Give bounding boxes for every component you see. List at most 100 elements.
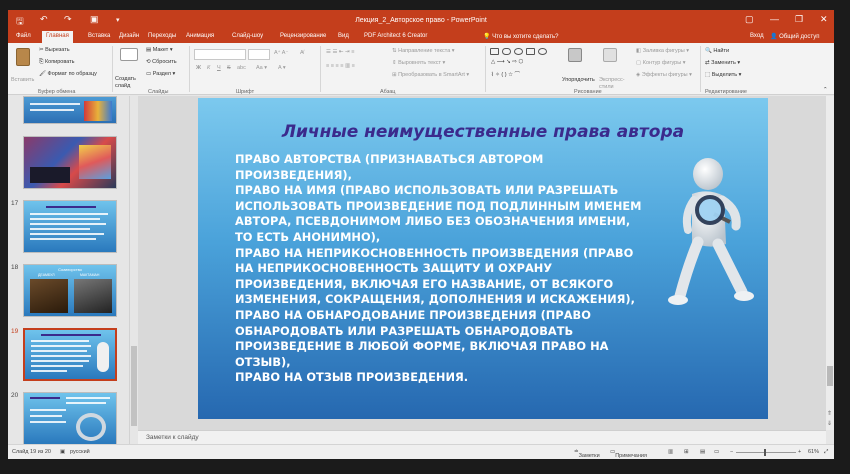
slide-text-line: АВТОРА, ПСЕВДОНИМОМ ЛИБО БЕЗ ОБОЗНАЧЕНИЯ…	[235, 214, 631, 229]
copyright-symbol-image	[76, 413, 106, 441]
zoom-in-button[interactable]: +	[798, 449, 801, 455]
thumbnail-image	[79, 145, 111, 179]
tab-review[interactable]: Рецензирование	[280, 33, 326, 39]
tab-view[interactable]: Вид	[338, 33, 349, 39]
text-direction-button[interactable]: ⇅ Направление текста ▾	[392, 48, 455, 54]
zoom-out-button[interactable]: −	[730, 449, 733, 455]
tab-file[interactable]: Файл	[16, 33, 31, 39]
slide-thumbnail[interactable]	[23, 136, 117, 189]
new-slide-button[interactable]: Создать слайд	[115, 76, 145, 90]
tab-design[interactable]: Дизайн	[119, 33, 139, 39]
paste-button[interactable]: Вставить	[11, 77, 34, 83]
comments-toggle-button[interactable]: ▭ Примечания	[610, 449, 647, 459]
format-painter-button[interactable]: 🖌 Формат по образцу	[39, 71, 97, 77]
align-text-button[interactable]: ⇕ Выровнять текст ▾	[392, 60, 445, 66]
tab-animation[interactable]: Анимация	[186, 33, 214, 39]
change-case-icon[interactable]: Aa ▾	[256, 65, 267, 71]
shape-effects-button[interactable]: ◈ Эффекты фигуры ▾	[636, 72, 692, 78]
cut-button[interactable]: ✂ Вырезать	[39, 47, 70, 53]
italic-button[interactable]: К	[207, 65, 210, 71]
misc-shapes-icon[interactable]: ⌇ ✧ ( ) ☆ ⌒	[491, 70, 520, 78]
scrollbar-thumb[interactable]	[827, 366, 833, 386]
sign-in-link[interactable]: Вход	[750, 33, 764, 39]
tab-pdf-architect[interactable]: PDF Architect 6 Creator	[364, 33, 427, 39]
slideshow-view-icon[interactable]: ▭	[714, 449, 719, 455]
scrollbar-thumb[interactable]	[131, 346, 137, 426]
select-button[interactable]: ⬚ Выделить ▾	[705, 72, 741, 78]
strikethrough-button[interactable]: S	[227, 65, 231, 71]
minimize-button[interactable]: —	[770, 14, 779, 24]
slide-title[interactable]: Личные неимущественные права автора	[198, 122, 768, 142]
slide-body-text[interactable]: ПРАВО АВТОРСТВА (ПРИЗНАВАТЬСЯ АВТОРОМ ПР…	[235, 152, 675, 386]
zoom-slider-track[interactable]	[736, 452, 796, 453]
grow-font-icon[interactable]: A⁺ A⁻	[274, 50, 288, 56]
slide-thumbnails-pane: 17 18 Соавторство ДЕАМБУЛ МАКТАМАН 19 20	[8, 96, 138, 444]
character-spacing-button[interactable]: abc	[237, 65, 246, 71]
thumbnail-text-line	[31, 365, 83, 367]
thumbnail-text-line	[30, 421, 66, 423]
shape-fill-button[interactable]: ◧ Заливка фигуры ▾	[636, 48, 689, 54]
paste-icon[interactable]	[16, 48, 30, 66]
thumbnails-scrollbar[interactable]	[129, 96, 137, 444]
arrange-button[interactable]: Упорядочить	[562, 77, 595, 83]
zoom-slider-handle[interactable]	[764, 449, 766, 456]
new-slide-icon[interactable]	[120, 48, 138, 61]
reading-view-icon[interactable]: ▤	[700, 449, 705, 455]
bullets-icon[interactable]: ☰ ☰ ⇤ ⇥ ≡	[326, 49, 354, 55]
quick-styles-icon[interactable]	[603, 48, 617, 62]
font-color-icon[interactable]: A ▾	[278, 65, 286, 71]
notes-pane[interactable]: Заметки к слайду	[138, 430, 826, 444]
tab-transitions[interactable]: Переходы	[148, 33, 176, 39]
rectangle-shape-icon[interactable]	[490, 48, 499, 55]
find-button[interactable]: 🔍 Найти	[705, 48, 729, 54]
bold-button[interactable]: Ж	[196, 65, 201, 71]
copy-button[interactable]: ⎘ Копировать	[39, 59, 75, 66]
zoom-level[interactable]: 61%	[808, 449, 819, 455]
maximize-button[interactable]: ❐	[795, 14, 803, 25]
close-button[interactable]: ✕	[820, 14, 828, 25]
slide-thumbnail[interactable]	[23, 200, 117, 253]
share-button[interactable]: 👤 Общий доступ	[770, 33, 819, 40]
font-name-box[interactable]	[194, 49, 246, 60]
oval-shape-icon[interactable]	[538, 48, 547, 55]
section-button[interactable]: ▭ Раздел ▾	[146, 71, 175, 77]
notes-toggle-button[interactable]: ≐ Заметки	[574, 449, 600, 459]
rounded-rectangle-shape-icon[interactable]	[502, 48, 511, 55]
oval-shape-icon[interactable]	[514, 48, 523, 55]
collapse-ribbon-icon[interactable]: ⌃	[823, 87, 828, 93]
language-indicator[interactable]: русский	[70, 449, 90, 455]
arrange-icon[interactable]	[568, 48, 582, 62]
rectangle-shape-icon[interactable]	[526, 48, 535, 55]
reset-button[interactable]: ⟲ Сбросить	[146, 59, 177, 65]
underline-button[interactable]: Ч	[217, 65, 221, 71]
tab-insert[interactable]: Вставка	[88, 33, 110, 39]
arrow-shapes-icon[interactable]: △ ⟶ ↘ ⇨ ⬡	[491, 59, 523, 65]
tab-home[interactable]: Главная	[42, 31, 73, 43]
layout-button[interactable]: ▤ Макет ▾	[146, 47, 173, 53]
smartart-button[interactable]: ⊞ Преобразовать в SmartArt ▾	[392, 72, 469, 78]
slide-thumbnail[interactable]	[23, 96, 117, 124]
clear-formatting-icon[interactable]: A̸	[300, 50, 304, 56]
spellcheck-icon[interactable]: ▣	[60, 449, 65, 455]
slide-scrollbar[interactable]: ⇑ ⇓	[826, 96, 834, 430]
shape-outline-button[interactable]: ▢ Контур фигуры ▾	[636, 60, 686, 66]
slide-text-line: ПРАВО НА ОТЗЫВ ПРОИЗВЕДЕНИЯ.	[235, 370, 469, 385]
replace-button[interactable]: ⇄ Заменить ▾	[705, 60, 740, 66]
previous-slide-icon[interactable]: ⇑	[827, 410, 832, 417]
tab-slideshow[interactable]: Слайд-шоу	[232, 33, 263, 39]
current-slide[interactable]: Личные неимущественные права автора ПРАВ…	[198, 98, 768, 419]
next-slide-icon[interactable]: ⇓	[827, 420, 832, 427]
font-size-box[interactable]	[248, 49, 270, 60]
slide-text-line: НА НЕПРИКОСНОВЕННОСТЬ ЗАЩИТУ И ОХРАНУ	[235, 261, 553, 276]
normal-view-icon[interactable]: ▥	[668, 449, 673, 455]
fit-slide-icon[interactable]: ⤢	[824, 449, 828, 456]
tell-me-box[interactable]: 💡 Что вы хотите сделать?	[483, 33, 558, 40]
quick-styles-button[interactable]: Экспресс-стили	[599, 77, 629, 91]
slide-text-line: ПРАВО НА ИМЯ (ПРАВО ИСПОЛЬЗОВАТЬ ИЛИ РАЗ…	[235, 183, 619, 198]
ribbon-display-icon[interactable]: ▢	[745, 14, 754, 25]
slide-sorter-view-icon[interactable]: ⊞	[684, 449, 689, 455]
slide-thumbnail-selected[interactable]	[23, 328, 117, 381]
alignment-icons[interactable]: ≡ ≡ ≡ ≡ ▥ ≡	[326, 63, 355, 69]
slide-thumbnail[interactable]	[23, 392, 117, 444]
slide-thumbnail[interactable]: Соавторство ДЕАМБУЛ МАКТАМАН	[23, 264, 117, 317]
